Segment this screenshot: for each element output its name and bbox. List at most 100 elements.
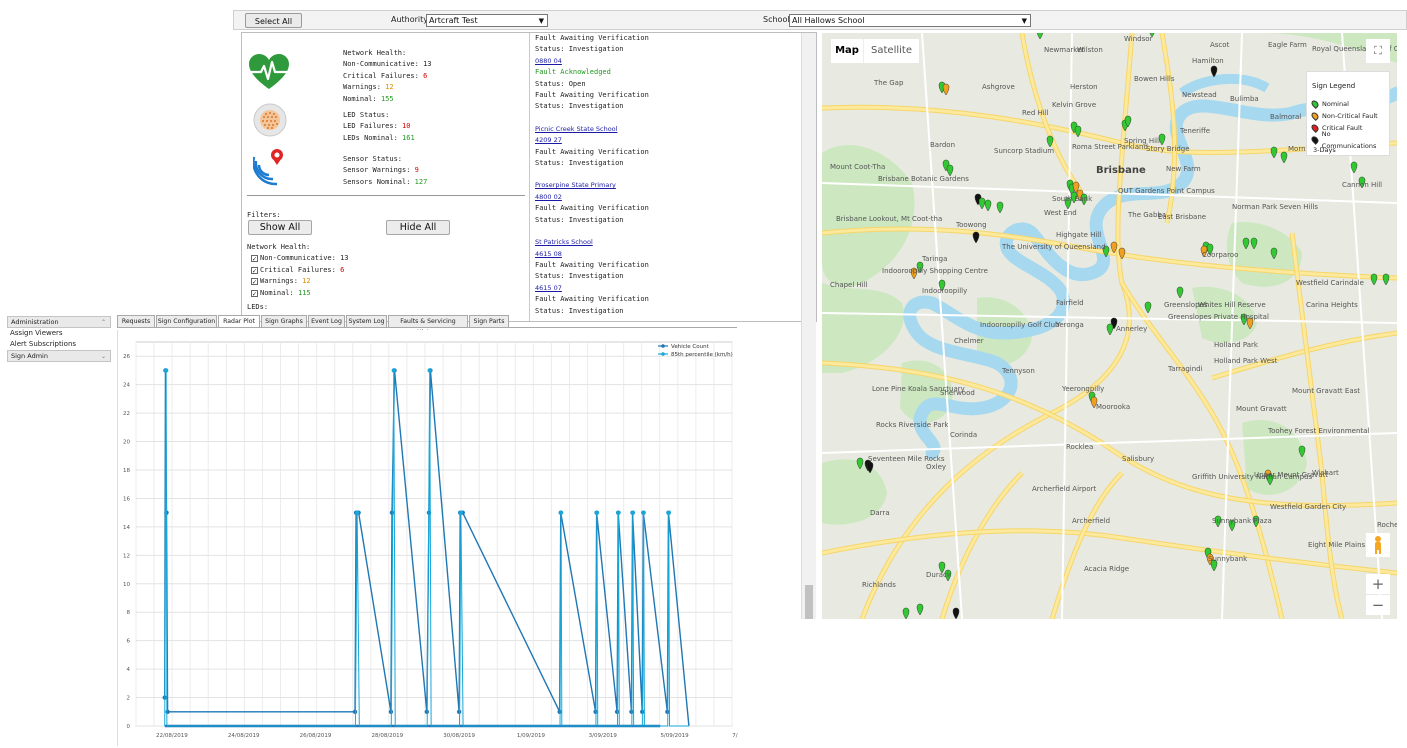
filter-row[interactable]: ✓ Nominal: 115 — [247, 288, 349, 299]
map-place-label: Moorooka — [1096, 403, 1131, 411]
map-type-satellite-button[interactable]: Satellite — [863, 39, 919, 63]
filter-count: 6 — [340, 265, 345, 274]
fault-link[interactable]: Picnic Creek State School — [535, 124, 795, 135]
filter-toolbar: Select All Authority: Artcraft Test ▼ Sc… — [233, 10, 1407, 30]
fault-link[interactable]: 4615 07 — [535, 283, 795, 294]
sign-marker-pin-icon[interactable] — [996, 201, 1004, 214]
fault-link[interactable]: 4615 08 — [535, 249, 795, 260]
filters-leds-title: LEDs: — [247, 303, 269, 312]
led-status-title: LED Status: — [343, 111, 390, 119]
network-health-title: Network Health: — [343, 49, 407, 57]
x-tick-label: 30/08/2019 — [443, 733, 475, 739]
y-tick-label: 4 — [127, 667, 131, 673]
fault-line: Fault Awaiting Verification — [535, 34, 649, 42]
fault-link[interactable]: St Patricks School — [535, 237, 795, 248]
sign-marker-pin-icon[interactable] — [942, 83, 950, 96]
sign-marker-pin-icon[interactable] — [984, 199, 992, 212]
x-tick-label: 3/09/2019 — [589, 733, 618, 739]
map-place-label: Cannon Hill — [1342, 181, 1383, 189]
map-place-label: Teneriffe — [1180, 127, 1211, 135]
page-scrollbar[interactable] — [801, 33, 816, 619]
x-tick-label: 1/09/2019 — [517, 733, 546, 739]
filter-checkbox[interactable]: ✓ — [251, 278, 258, 286]
map-place-label: The University of Queensland — [1002, 243, 1106, 251]
radar-plot-chart: 0 2 4 6 8 10 12 14 16 18 20 22 24 26 22/08/2019 24/08/2… — [117, 330, 761, 746]
red-pin-icon — [1310, 123, 1320, 133]
map-place-label: Holland Park West — [1214, 357, 1278, 365]
show-all-button[interactable]: Show All — [248, 220, 312, 235]
map-place-label: Sunnybank — [1208, 555, 1248, 563]
dropdown-arrow-icon: ▼ — [1021, 17, 1027, 25]
sign-marker-pin-icon[interactable] — [1382, 273, 1390, 286]
map-place-label: Sherwood — [940, 389, 975, 397]
filter-label: Critical Failures: — [260, 265, 341, 274]
map-place-label: Salisbury — [1122, 455, 1155, 463]
filter-row[interactable]: ✓ Critical Failures: 6 — [247, 265, 349, 276]
sign-marker-pin-icon[interactable] — [902, 607, 910, 619]
hide-all-button[interactable]: Hide All — [386, 220, 450, 235]
y-tick-label: 12 — [123, 553, 130, 559]
map-place-label: Archerfield — [1072, 517, 1111, 525]
fault-line: Fault Awaiting Verification — [535, 295, 649, 304]
sign-marker-pin-icon[interactable] — [972, 231, 980, 244]
y-tick-label: 22 — [123, 411, 130, 417]
filter-row[interactable]: ✓ Warnings: 12 — [247, 276, 349, 287]
map-type-map-button[interactable]: Map — [831, 39, 863, 63]
filter-checkbox[interactable]: ✓ — [251, 266, 258, 274]
map-place-label: Corinda — [950, 431, 978, 439]
pegman-icon[interactable] — [1366, 533, 1390, 557]
map-place-label: Coorparoo — [1202, 251, 1239, 259]
fault-link[interactable]: 0880 04 — [535, 56, 795, 67]
filter-row[interactable]: ✓ Non-Communicative: 13 — [247, 253, 349, 264]
school-select[interactable]: All Hallows School ▼ — [789, 14, 1031, 27]
sign-marker-pin-icon[interactable] — [1036, 33, 1044, 40]
select-all-button[interactable]: Select All — [245, 13, 302, 28]
admin-header-label: Administration — [11, 318, 59, 326]
fault-link[interactable]: Proserpine State Primary — [535, 180, 795, 191]
sign-marker-pin-icon[interactable] — [1270, 146, 1278, 159]
sign-marker-pin-icon[interactable] — [1144, 301, 1152, 314]
zoom-out-button[interactable]: − — [1366, 595, 1390, 615]
map-place-label: Suncorp Stadium — [994, 147, 1055, 155]
fault-spacer — [535, 169, 795, 180]
zoom-in-button[interactable]: + — [1366, 574, 1390, 594]
map-place-label: Acacia Ridge — [1084, 565, 1130, 573]
series-point — [630, 510, 636, 515]
map-place-label: Eagle Farm — [1268, 41, 1307, 49]
map-place-label: South Bank — [1052, 195, 1093, 203]
fault-line: Fault Awaiting Verification — [535, 147, 649, 156]
sign-admin-header[interactable]: Sign Admin ⌄ — [7, 350, 111, 362]
critical-row: Critical Failures: 6 — [343, 71, 428, 80]
map-place-label: Bardon — [930, 141, 956, 149]
authority-select[interactable]: Artcraft Test ▼ — [426, 14, 548, 27]
admin-section-header[interactable]: Administration ⌃ — [7, 316, 111, 328]
scrollbar-thumb[interactable] — [805, 585, 813, 619]
sign-marker-pin-icon[interactable] — [916, 603, 924, 616]
map-place-label: Toowong — [956, 221, 987, 229]
sign-marker-pin-icon[interactable] — [1370, 273, 1378, 286]
fault-spacer — [535, 226, 795, 237]
sign-marker-pin-icon[interactable] — [1176, 286, 1184, 299]
sign-admin-label: Sign Admin — [11, 352, 48, 360]
series-point — [458, 510, 464, 515]
network-health-block: Network Health: Non-Communicative: 13 Cr… — [343, 48, 432, 105]
map-place-label: Mount Gravatt East — [1292, 387, 1361, 395]
sign-marker-pin-icon[interactable] — [978, 197, 986, 210]
sign-marker-pin-icon[interactable] — [1280, 151, 1288, 164]
assign-viewers-link[interactable]: Assign Viewers — [7, 328, 111, 339]
filter-checkbox[interactable]: ✓ — [251, 289, 258, 297]
fullscreen-icon[interactable]: ⛶ — [1366, 39, 1390, 63]
filter-checkbox[interactable]: ✓ — [251, 255, 258, 263]
map-place-label: Yeronga — [1056, 321, 1084, 329]
alert-subscriptions-link[interactable]: Alert Subscriptions — [7, 339, 111, 350]
map-place-label: Ashgrove — [982, 83, 1015, 91]
authority-value: Artcraft Test — [429, 16, 478, 25]
map-place-label: Kelvin Grove — [1052, 101, 1097, 109]
fault-link[interactable]: 4209 27 — [535, 135, 795, 146]
fault-link[interactable]: 4800 02 — [535, 192, 795, 203]
sign-marker-pin-icon[interactable] — [952, 607, 960, 619]
sensor-status-block: Sensor Status: Sensor Warnings: 9 Sensor… — [343, 154, 427, 188]
map-place-label: Balmoral — [1270, 113, 1302, 121]
fault-line: Fault Awaiting Verification — [535, 91, 649, 100]
sign-marker-pin-icon[interactable] — [1106, 323, 1114, 336]
